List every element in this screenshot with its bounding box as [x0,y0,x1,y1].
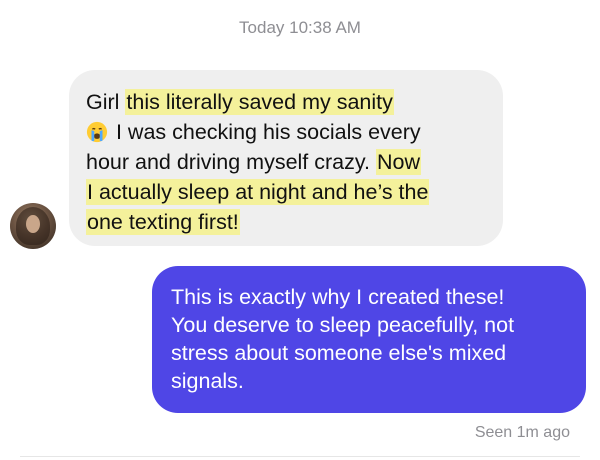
read-receipt: Seen 1m ago [474,424,570,441]
incoming-line: Girl this literally saved my sanity [86,87,485,117]
outgoing-line: You deserve to sleep peacefully, not [171,313,515,337]
outgoing-line: signals. [171,369,244,393]
highlighted-text: one texting first! [86,209,240,235]
incoming-line: I actually sleep at night and he’s the [86,177,485,207]
divider [20,456,580,457]
highlighted-text: I actually sleep at night and he’s the [86,179,430,205]
outgoing-line: stress about someone else's mixed [171,341,507,365]
avatar-face [26,215,40,233]
incoming-line: I was checking his socials every [86,117,485,147]
highlighted-text: this literally saved my sanity [125,89,394,115]
contact-avatar[interactable] [10,203,56,249]
outgoing-message-bubble[interactable]: This is exactly why I created these! You… [152,266,586,413]
incoming-line: one texting first! [86,207,485,237]
message-text: Girl [86,90,126,114]
incoming-message-bubble[interactable]: Girl this literally saved my sanity I wa… [69,70,503,246]
message-text: hour and driving myself crazy. [86,150,376,174]
highlighted-text: Now [375,149,421,175]
message-timestamp: Today 10:38 AM [239,18,361,37]
outgoing-line: This is exactly why I created these! [171,285,505,309]
crying-face-emoji-icon [86,121,108,143]
incoming-line: hour and driving myself crazy. Now [86,147,485,177]
message-text: I was checking his socials every [110,120,421,144]
